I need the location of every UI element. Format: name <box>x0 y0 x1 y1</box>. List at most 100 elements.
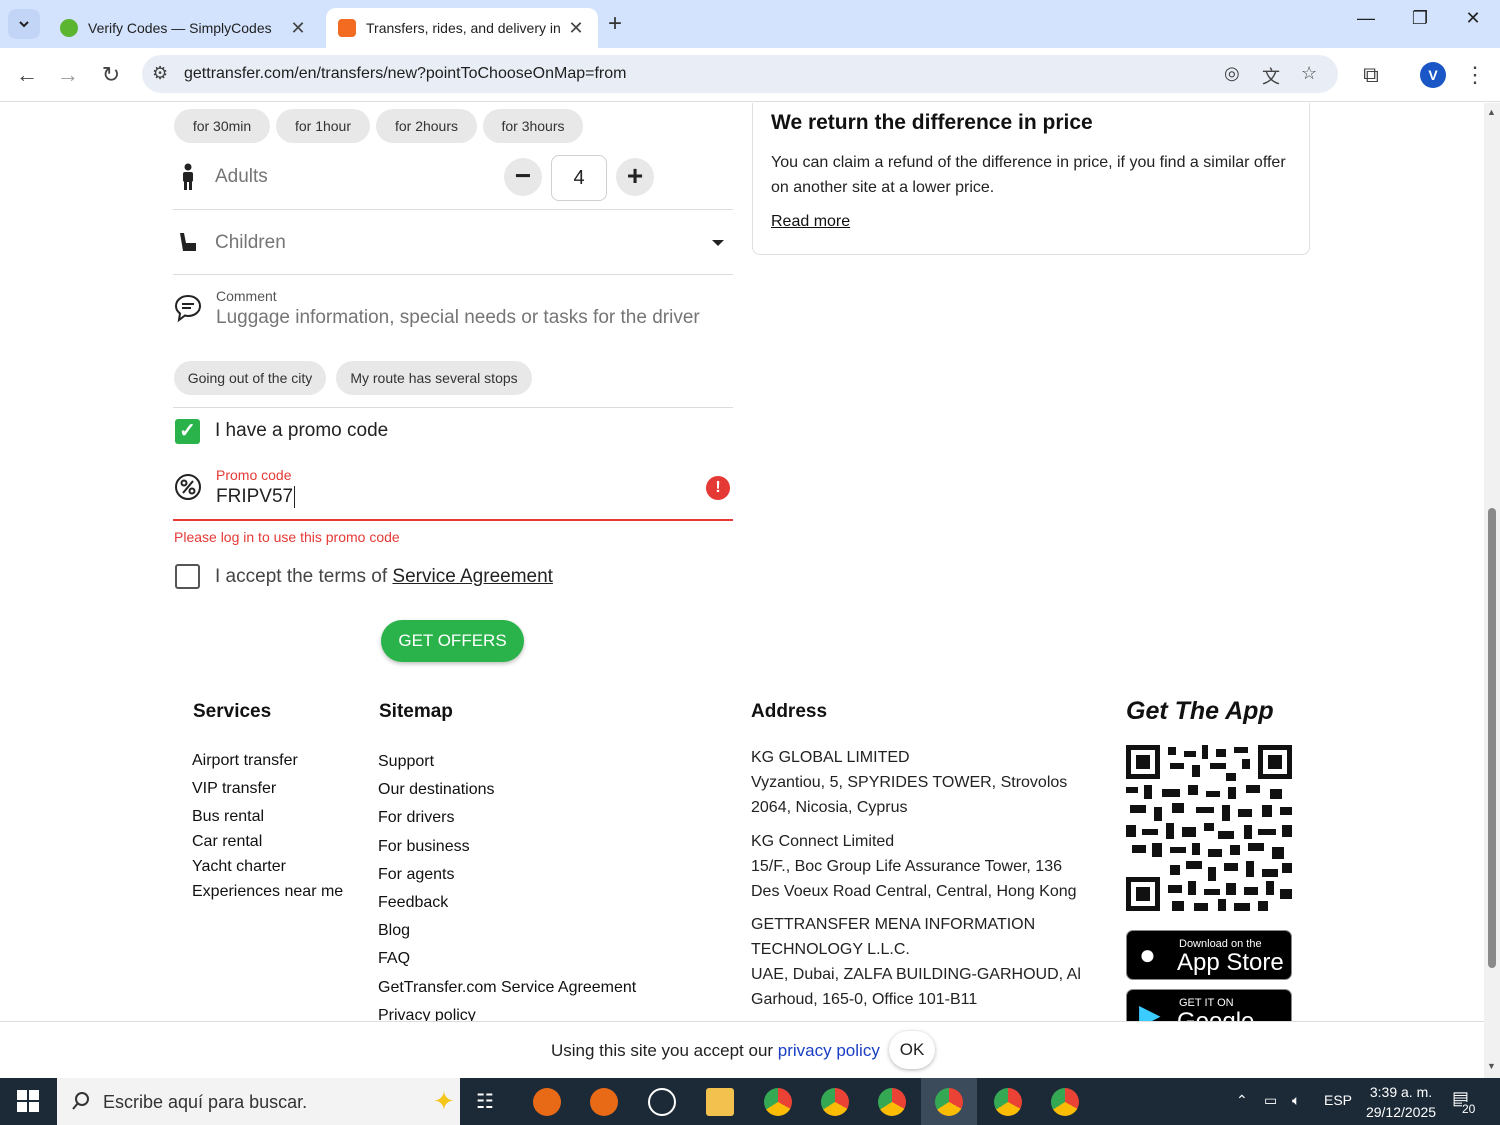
adults-count[interactable]: 4 <box>551 155 607 201</box>
qr-code-icon <box>1126 745 1292 911</box>
tray-chevron-up-icon[interactable]: ⌃ <box>1236 1092 1248 1109</box>
back-arrow-icon[interactable]: ← <box>12 60 42 90</box>
system-clock[interactable]: 3:39 a. m. 29/12/2025 <box>1356 1082 1446 1122</box>
profile-avatar[interactable]: V <box>1420 62 1446 88</box>
google-play-big-text: Google Play <box>1177 1008 1291 1021</box>
address-bar[interactable]: ⚙ gettransfer.com/en/transfers/new?point… <box>142 55 1338 93</box>
company-name: KG GLOBAL LIMITED <box>751 749 910 766</box>
app-store-big-text: App Store <box>1177 949 1284 976</box>
footer-link[interactable]: FAQ <box>378 945 636 973</box>
duration-chip-2hours[interactable]: for 2hours <box>376 109 477 143</box>
browser-toolbar: ← → ↻ ⚙ gettransfer.com/en/transfers/new… <box>0 48 1500 102</box>
address-block: KG Connect Limited 15/F., Boc Group Life… <box>751 829 1101 904</box>
footer-link[interactable]: GetTransfer.com Service Agreement <box>378 974 636 1002</box>
caret-down-icon[interactable] <box>711 239 725 247</box>
media-player-icon[interactable] <box>648 1088 676 1116</box>
clock-time: 3:39 a. m. <box>1369 1084 1433 1100</box>
gettransfer-favicon-icon <box>338 19 356 37</box>
tab-gettransfer[interactable]: Transfers, rides, and delivery in ✕ <box>326 8 598 48</box>
chrome-profile-v2-icon[interactable] <box>994 1088 1022 1116</box>
address-line: 2064, Nicosia, Cyprus <box>751 799 908 816</box>
promo-code-input[interactable]: FRIPV57 <box>216 486 296 508</box>
cookie-message: Using this site you accept our <box>551 1041 778 1060</box>
footer-link[interactable]: For agents <box>378 861 636 889</box>
going-out-of-city-chip[interactable]: Going out of the city <box>174 361 326 395</box>
service-agreement-link[interactable]: Service Agreement <box>392 566 553 587</box>
footer-link[interactable]: Yacht charter <box>192 854 343 879</box>
close-tab-icon[interactable]: ✕ <box>566 18 586 39</box>
adults-increment-button[interactable]: + <box>616 158 654 196</box>
footer-link[interactable]: VIP transfer <box>192 776 343 801</box>
site-settings-icon[interactable]: ⚙ <box>152 63 168 84</box>
scroll-up-arrow-icon[interactable]: ▲ <box>1487 107 1496 117</box>
sitemap-list: Support Our destinations For drivers For… <box>378 748 636 1021</box>
tab-search-button[interactable] <box>8 9 40 39</box>
footer-link[interactable]: Car rental <box>192 829 343 854</box>
app-store-button[interactable]: ● Download on the App Store <box>1126 930 1292 980</box>
chrome-profile-v-icon[interactable] <box>821 1088 849 1116</box>
notification-count: 20 <box>1462 1102 1476 1116</box>
get-offers-button[interactable]: GET OFFERS <box>381 620 524 662</box>
volume-icon[interactable]: 🔈︎ <box>1292 1092 1300 1109</box>
bookmark-star-icon[interactable]: ☆ <box>1301 63 1317 84</box>
chrome-profile-g-icon[interactable] <box>1051 1088 1079 1116</box>
footer-link[interactable]: Feedback <box>378 889 636 917</box>
footer-link[interactable]: Our destinations <box>378 776 636 804</box>
privacy-policy-link[interactable]: privacy policy <box>778 1041 880 1060</box>
read-more-link[interactable]: Read more <box>771 213 850 231</box>
comment-label: Comment <box>216 288 277 304</box>
duration-chip-3hours[interactable]: for 3hours <box>483 109 583 143</box>
chrome-profile-a-icon[interactable] <box>878 1088 906 1116</box>
windows-start-icon[interactable] <box>17 1090 39 1112</box>
taskbar-search-box[interactable]: Escribe aquí para buscar. ✦ <box>57 1078 460 1125</box>
footer-link[interactable]: Bus rental <box>192 804 343 829</box>
adults-decrement-button[interactable]: − <box>504 158 542 196</box>
language-indicator[interactable]: ESP <box>1324 1092 1352 1108</box>
extensions-puzzle-icon[interactable]: ⧉ <box>1356 60 1386 90</box>
chrome-profile-b-icon[interactable] <box>764 1088 792 1116</box>
services-heading: Services <box>193 701 272 722</box>
page-scrollbar[interactable]: ▲ ▼ <box>1484 103 1500 1078</box>
duration-chip-1hour[interactable]: for 1hour <box>276 109 370 143</box>
search-icon <box>72 1092 89 1110</box>
footer-link[interactable]: Experiences near me <box>192 879 343 904</box>
tracking-protection-eye-icon[interactable]: ◎ <box>1224 63 1240 84</box>
footer-link[interactable]: Airport transfer <box>192 748 343 773</box>
terms-checkbox[interactable] <box>175 564 200 589</box>
chrome-active-icon[interactable] <box>935 1088 963 1116</box>
reload-icon[interactable]: ↻ <box>96 60 126 90</box>
copilot-sparkle-icon[interactable]: ✦ <box>433 1086 455 1117</box>
close-tab-icon[interactable]: ✕ <box>288 18 308 39</box>
cookie-consent-bar: Using this site you accept our privacy p… <box>0 1021 1484 1078</box>
task-view-icon[interactable]: ☷ <box>476 1089 494 1114</box>
fl-studio-icon[interactable] <box>590 1088 618 1116</box>
divider <box>173 407 733 408</box>
comment-bubble-icon <box>174 294 202 323</box>
translate-icon[interactable]: 文 <box>1262 63 1280 89</box>
cookie-ok-button[interactable]: OK <box>889 1031 935 1069</box>
footer-link[interactable]: For business <box>378 833 636 861</box>
forward-arrow-icon[interactable]: → <box>53 60 83 90</box>
duration-chip-30min[interactable]: for 30min <box>174 109 270 143</box>
footer-link[interactable]: Support <box>378 748 636 776</box>
footer-link[interactable]: Blog <box>378 917 636 945</box>
minimize-icon[interactable]: — <box>1346 8 1386 29</box>
close-window-icon[interactable]: ✕ <box>1453 8 1493 29</box>
tab-verify-codes[interactable]: Verify Codes — SimplyCodes ✕ <box>48 8 320 48</box>
restore-icon[interactable]: ❐ <box>1400 8 1440 29</box>
several-stops-chip[interactable]: My route has several stops <box>336 361 532 395</box>
scroll-down-arrow-icon[interactable]: ▼ <box>1487 1061 1496 1071</box>
promo-code-checkbox[interactable]: ✓ <box>175 419 200 444</box>
comment-input[interactable]: Luggage information, special needs or ta… <box>216 307 700 329</box>
google-play-button[interactable]: ▶ GET IT ON Google Play <box>1126 989 1292 1021</box>
file-explorer-icon[interactable] <box>706 1088 734 1116</box>
url-text: gettransfer.com/en/transfers/new?pointTo… <box>184 65 627 82</box>
promo-code-error: Please log in to use this promo code <box>174 529 400 545</box>
footer-link[interactable]: For drivers <box>378 804 636 832</box>
new-tab-plus-icon[interactable]: + <box>608 10 622 38</box>
browser-menu-icon[interactable]: ⋮ <box>1460 60 1490 90</box>
fl-studio-icon[interactable] <box>533 1088 561 1116</box>
scrollbar-thumb[interactable] <box>1488 508 1496 968</box>
network-icon[interactable]: ▭ <box>1264 1092 1277 1109</box>
footer-link[interactable]: Privacy policy <box>378 1002 636 1021</box>
